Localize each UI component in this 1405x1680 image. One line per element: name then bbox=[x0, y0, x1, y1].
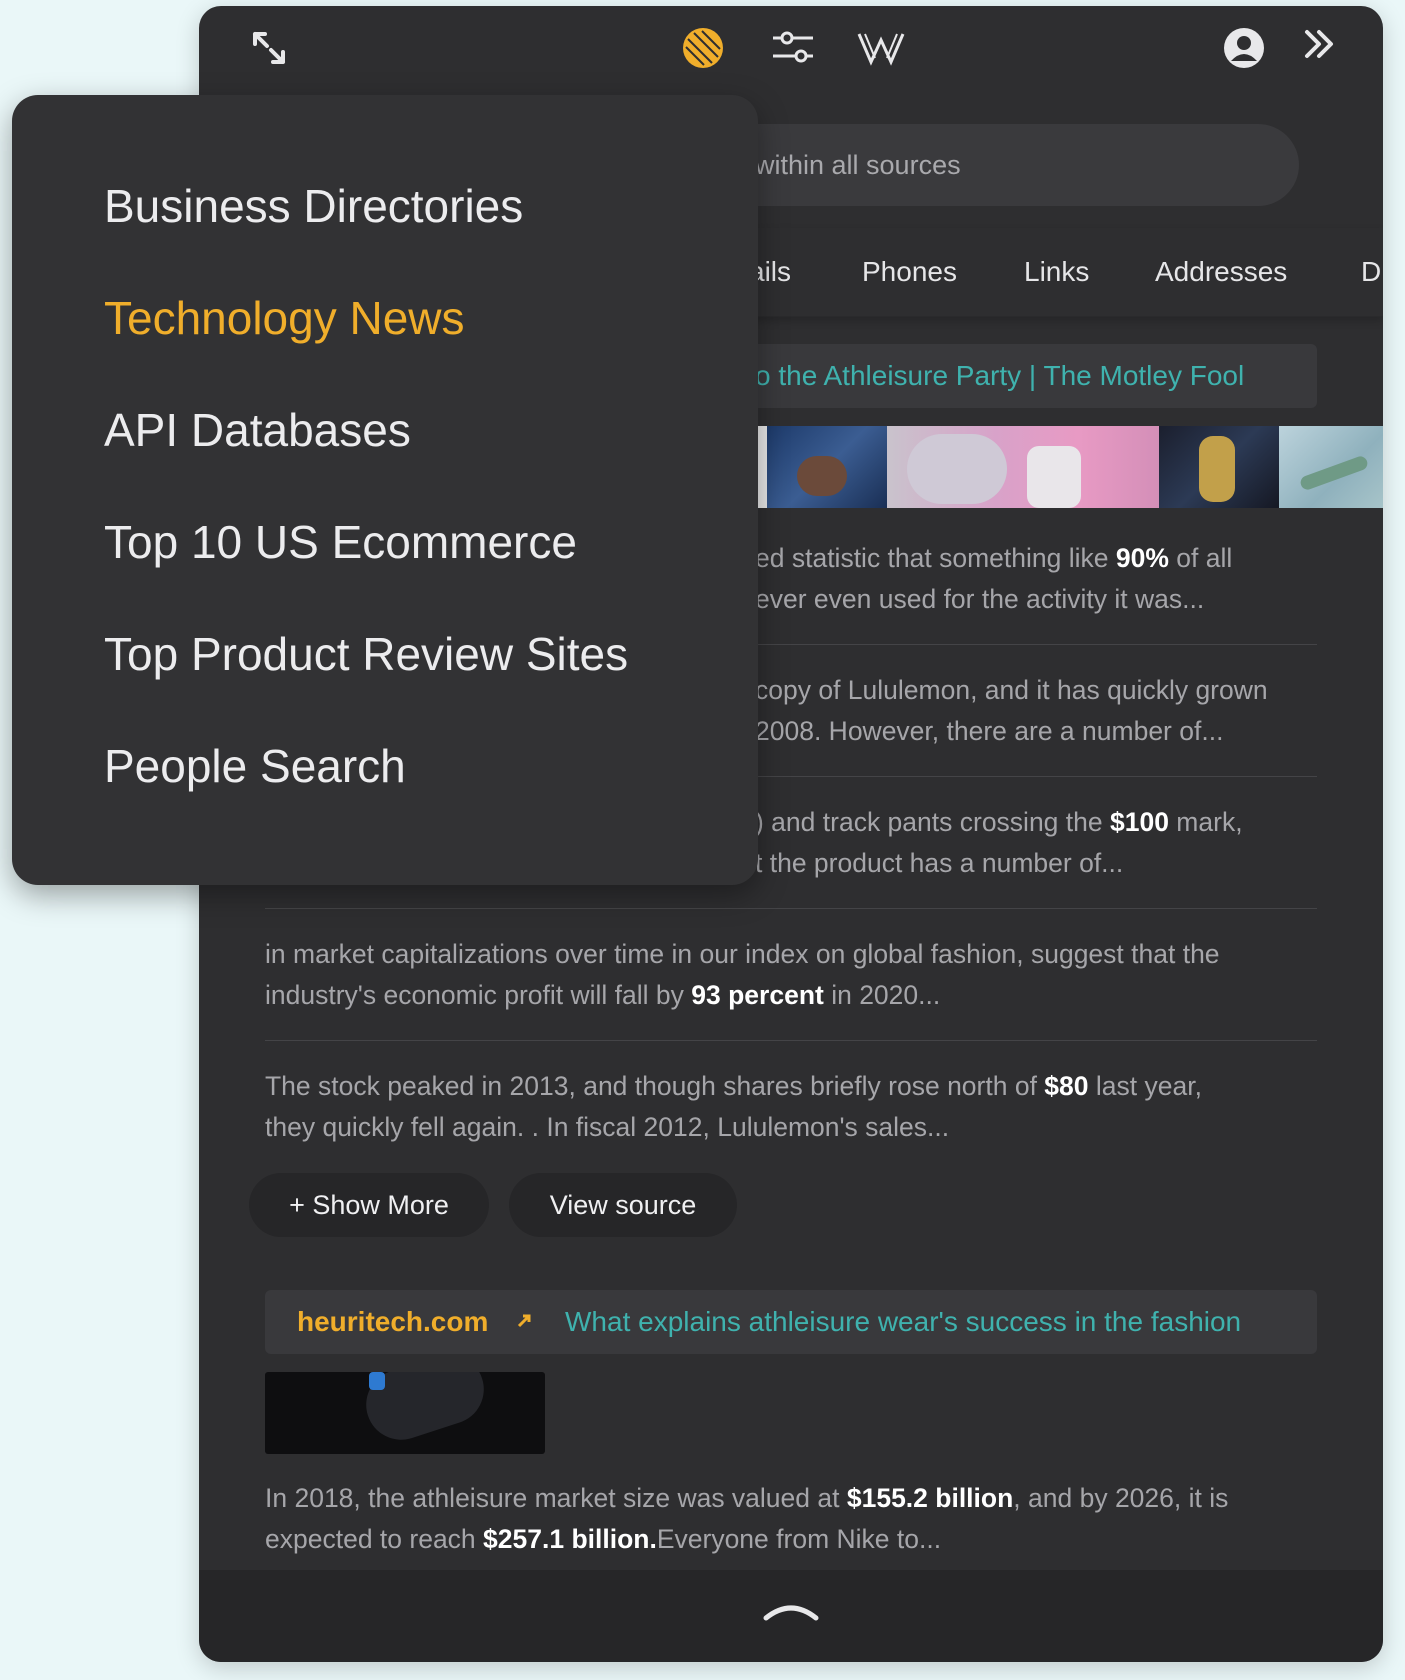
filter-sliders-icon[interactable] bbox=[769, 24, 817, 72]
divider bbox=[265, 908, 1317, 909]
thumbnail-image bbox=[265, 1372, 545, 1454]
bottom-bar bbox=[199, 1570, 1383, 1662]
result-snippet: In 2018, the athleisure market size was … bbox=[265, 1478, 1265, 1560]
result-domain[interactable]: heuritech.com bbox=[297, 1306, 488, 1338]
menu-item-business-directories[interactable]: Business Directories bbox=[104, 179, 523, 233]
snippet-text: last year, bbox=[1088, 1071, 1202, 1101]
result-snippet: The stock peaked in 2013, and though sha… bbox=[265, 1066, 1265, 1148]
snippet-text: expected to reach bbox=[265, 1524, 484, 1554]
tab-addresses[interactable]: Addresses bbox=[1155, 256, 1287, 288]
snippet-text: of all bbox=[1168, 543, 1233, 573]
external-link-icon[interactable] bbox=[515, 1312, 533, 1330]
snippet-highlight: 93 percent bbox=[691, 980, 824, 1010]
menu-item-top-product-review-sites[interactable]: Top Product Review Sites bbox=[104, 627, 628, 681]
thumbnail-image bbox=[1279, 426, 1383, 508]
snippet-highlight: $80 bbox=[1044, 1071, 1089, 1101]
menu-item-people-search[interactable]: People Search bbox=[104, 739, 406, 793]
thumbnail-image bbox=[767, 426, 887, 508]
snippet-highlight: $100 bbox=[1109, 807, 1169, 837]
user-avatar-icon[interactable] bbox=[1220, 24, 1268, 72]
snippet-text: industry's economic profit will fall by bbox=[265, 980, 692, 1010]
snippet-highlight: 90% bbox=[1115, 543, 1169, 573]
result-snippet: in market capitalizations over time in o… bbox=[265, 934, 1265, 1016]
menu-item-api-databases[interactable]: API Databases bbox=[104, 403, 411, 457]
snippet-text: mark, bbox=[1168, 807, 1243, 837]
tab-links[interactable]: Links bbox=[1024, 256, 1089, 288]
source-category-menu: Business Directories Technology News API… bbox=[12, 95, 758, 885]
snippet-text: ed statistic that something like bbox=[755, 543, 1116, 573]
snippet-highlight: $257.1 billion. bbox=[483, 1524, 657, 1554]
snippet-text: ) and track pants crossing the bbox=[755, 807, 1110, 837]
toolbar bbox=[199, 6, 1383, 92]
result-title-link[interactable]: What explains athleisure wear's success … bbox=[565, 1306, 1241, 1338]
logo-icon[interactable] bbox=[679, 24, 727, 72]
snippet-text: in 2020... bbox=[823, 980, 941, 1010]
result-header: heuritech.com What explains athleisure w… bbox=[265, 1290, 1317, 1354]
snippet-text: , and by 2026, it is bbox=[1013, 1483, 1229, 1513]
show-more-button[interactable]: + Show More bbox=[249, 1173, 489, 1237]
thumbnail-image bbox=[1159, 426, 1279, 508]
result-title-link[interactable]: o the Athleisure Party | The Motley Fool bbox=[755, 360, 1244, 392]
chevron-up-icon[interactable] bbox=[762, 1594, 820, 1624]
tab-phones[interactable]: Phones bbox=[862, 256, 957, 288]
thumbnail-image bbox=[887, 426, 1159, 508]
double-chevron-right-icon[interactable] bbox=[1295, 20, 1343, 68]
result-image-strip bbox=[739, 426, 1383, 508]
menu-item-technology-news[interactable]: Technology News bbox=[104, 291, 465, 345]
divider bbox=[265, 1040, 1317, 1041]
menu-item-top-10-us-ecommerce[interactable]: Top 10 US Ecommerce bbox=[104, 515, 577, 569]
view-source-button[interactable]: View source bbox=[509, 1173, 737, 1237]
tab-more[interactable]: D bbox=[1361, 256, 1381, 288]
snippet-text: Everyone from Nike to... bbox=[656, 1524, 942, 1554]
snippet-text: they quickly fell again. . In fiscal 201… bbox=[265, 1112, 950, 1142]
w-icon[interactable] bbox=[857, 24, 905, 72]
expand-icon[interactable] bbox=[245, 24, 293, 72]
snippet-text: in market capitalizations over time in o… bbox=[265, 939, 1220, 969]
snippet-highlight: $155.2 billion bbox=[846, 1483, 1014, 1513]
snippet-text: In 2018, the athleisure market size was … bbox=[265, 1483, 847, 1513]
snippet-text: The stock peaked in 2013, and though sha… bbox=[265, 1071, 1045, 1101]
search-input[interactable]: within all sources bbox=[699, 124, 1299, 206]
